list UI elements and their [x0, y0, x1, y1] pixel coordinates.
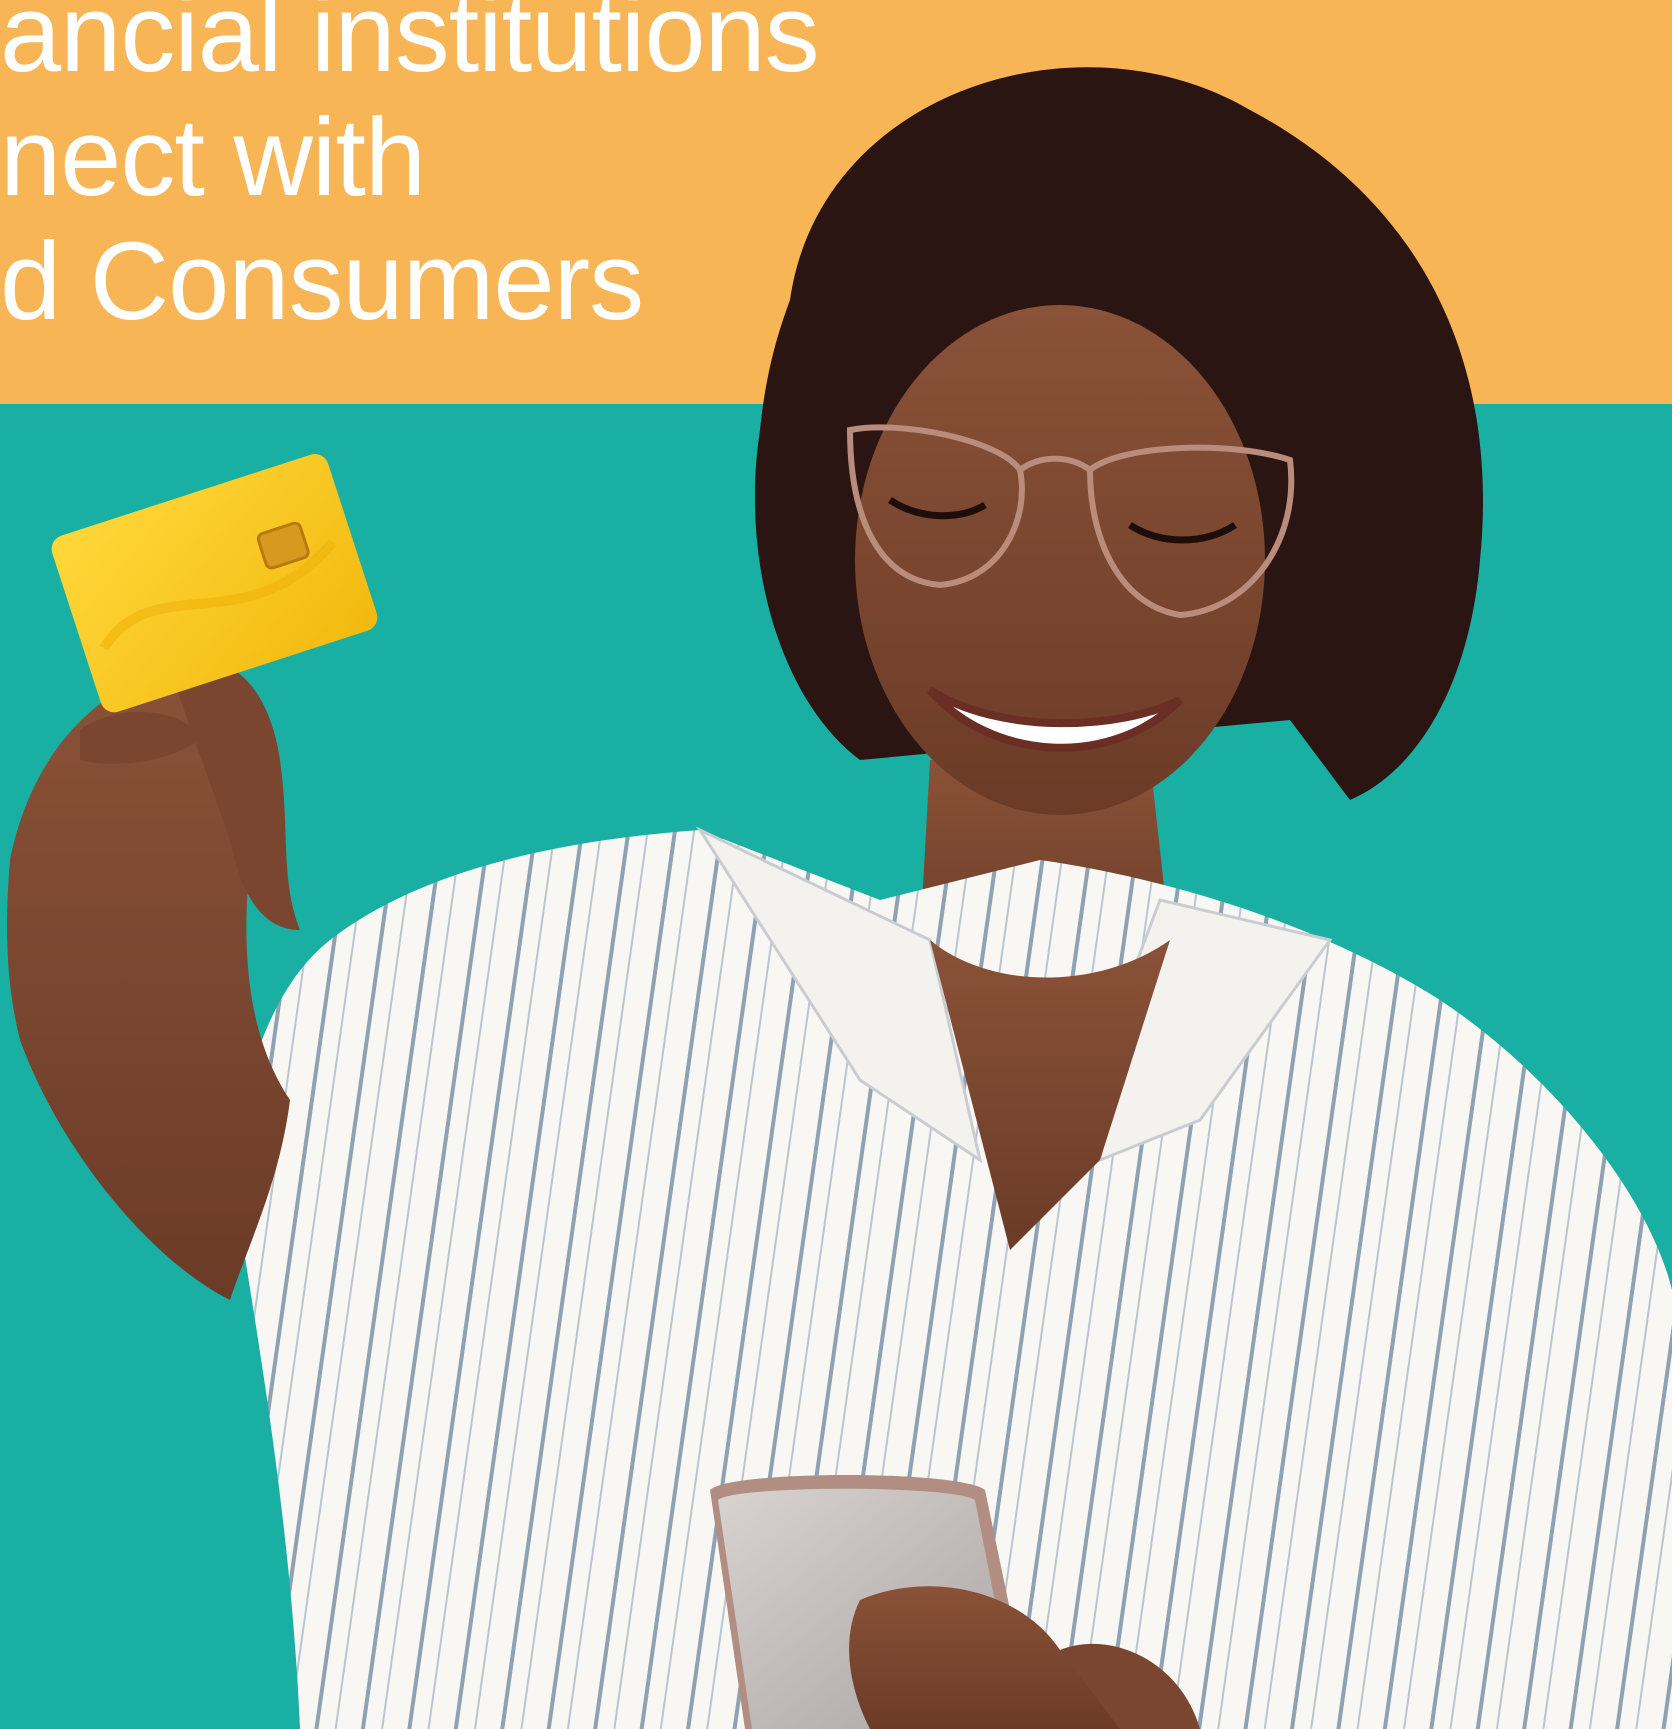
- hero-banner: ancial institutions nect with d Consumer…: [0, 0, 1672, 1729]
- credit-card-shape: [51, 454, 378, 713]
- woman-with-card-and-phone-photo: [7, 67, 1672, 1729]
